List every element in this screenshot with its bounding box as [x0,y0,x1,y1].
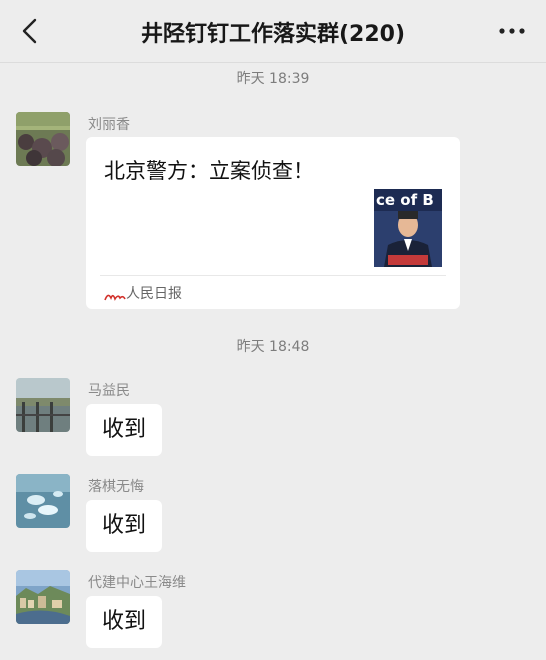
message-timestamp: 昨天 18:48 [236,339,310,355]
avatar[interactable] [16,112,70,166]
avatar-image [16,112,70,166]
sender-name: 代建中心王海维 [88,575,186,591]
link-divider [100,275,446,276]
chat-header: 井陉钉钉工作落实群(220) [0,0,546,63]
text-message-bubble[interactable]: 收到 [86,404,163,456]
link-thumbnail: ce of B [374,189,442,267]
link-source-name: 人民日报 [126,286,182,302]
newspaper-logo-icon [104,285,126,301]
more-dots-icon [499,28,525,34]
text-message-bubble[interactable]: 收到 [86,500,163,552]
avatar[interactable] [16,570,70,624]
avatar-image [16,378,70,432]
avatar[interactable] [16,378,70,432]
thumbnail-text: ce of B [376,191,434,209]
sender-name: 落棋无悔 [88,479,144,495]
back-button[interactable] [14,14,44,48]
sender-name: 刘丽香 [88,117,130,133]
link-card-message[interactable]: 北京警方：立案侦查！ ce of B 人民日报 [86,137,460,309]
more-button[interactable] [496,22,528,40]
text-message-bubble[interactable]: 收到 [86,596,163,648]
avatar-image [16,474,70,528]
link-title: 北京警方：立案侦查！ [104,159,314,183]
avatar[interactable] [16,474,70,528]
chat-title: 井陉钉钉工作落实群(220) [140,22,406,47]
avatar-image [16,570,70,624]
message-timestamp: 昨天 18:39 [236,71,310,87]
chevron-left-icon [22,18,37,44]
sender-name: 马益民 [88,383,130,399]
